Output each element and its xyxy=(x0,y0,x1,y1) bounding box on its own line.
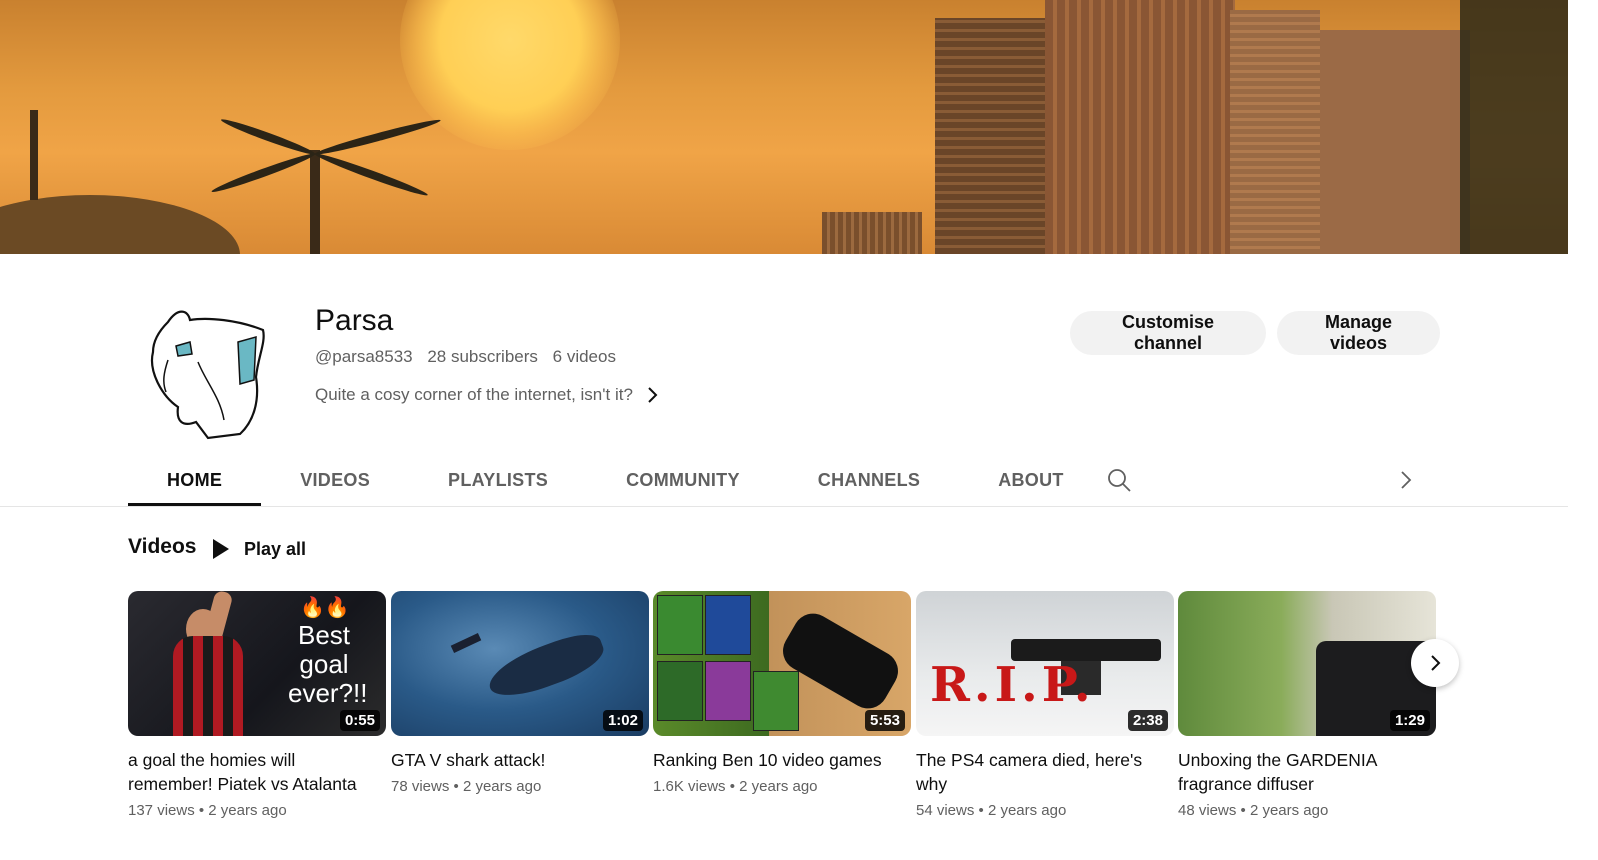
channel-banner xyxy=(0,0,1568,254)
channel-description-text: Quite a cosy corner of the internet, isn… xyxy=(315,385,633,404)
play-icon xyxy=(213,539,229,559)
banner-palm-leaf xyxy=(313,150,430,199)
chevron-right-icon xyxy=(648,387,658,403)
video-duration: 0:55 xyxy=(339,710,380,731)
section-title: Videos xyxy=(128,535,197,558)
channel-handle: @parsa8533 xyxy=(315,347,413,366)
thumb-figure xyxy=(450,633,482,653)
video-thumbnail[interactable]: 🔥🔥 Best goal ever?!! 0:55 xyxy=(128,591,386,736)
video-duration: 2:38 xyxy=(1127,710,1168,731)
video-thumbnail[interactable]: 5:53 xyxy=(653,591,911,736)
chevron-right-icon xyxy=(1431,655,1441,671)
channel-avatar[interactable] xyxy=(128,302,288,442)
video-views: 137 views xyxy=(128,802,195,819)
thumb-figure xyxy=(482,626,610,706)
tab-playlists[interactable]: PLAYLISTS xyxy=(409,454,587,506)
video-title[interactable]: Ranking Ben 10 video games xyxy=(653,748,905,772)
video-meta: 54 views • 2 years ago xyxy=(916,802,1067,819)
video-thumbnail[interactable]: 1:02 xyxy=(391,591,649,736)
banner-building xyxy=(1045,0,1235,254)
video-views: 78 views xyxy=(391,778,450,795)
video-card[interactable]: R.I.P. 2:38 The PS4 camera died, here's … xyxy=(916,591,1174,819)
video-card[interactable]: 1:02 GTA V shark attack! 78 views • 2 ye… xyxy=(391,591,649,795)
carousel-next-button[interactable] xyxy=(1411,639,1459,687)
channel-description[interactable]: Quite a cosy corner of the internet, isn… xyxy=(315,385,659,405)
video-card[interactable]: 5:53 Ranking Ben 10 video games 1.6K vie… xyxy=(653,591,911,795)
thumb-figure xyxy=(705,661,751,721)
banner-building xyxy=(1320,30,1470,254)
chevron-right-icon[interactable] xyxy=(1392,466,1420,494)
channel-name: Parsa xyxy=(315,304,394,337)
play-all-button[interactable]: Play all xyxy=(210,534,306,564)
video-card[interactable]: 1:29 Unboxing the GARDENIA fragrance dif… xyxy=(1178,591,1436,819)
banner-building xyxy=(822,212,922,254)
video-duration: 1:29 xyxy=(1389,710,1430,731)
video-age: 2 years ago xyxy=(739,778,818,795)
video-age: 2 years ago xyxy=(1249,802,1329,819)
video-age: 2 years ago xyxy=(987,802,1067,819)
video-count: 6 videos xyxy=(552,347,616,366)
subscriber-count: 28 subscribers xyxy=(427,347,538,366)
search-icon[interactable] xyxy=(1105,466,1133,494)
thumb-figure xyxy=(657,595,703,655)
banner-palm-leaf xyxy=(313,116,442,158)
video-thumbnail[interactable]: R.I.P. 2:38 xyxy=(916,591,1174,736)
video-duration: 5:53 xyxy=(864,710,905,731)
thumb-figure xyxy=(657,661,703,721)
banner-palm-leaf xyxy=(210,150,317,196)
video-title[interactable]: GTA V shark attack! xyxy=(391,748,643,772)
thumb-caption: R.I.P. xyxy=(930,657,1095,713)
thumb-caption: Best goal ever?!! xyxy=(288,620,368,708)
video-views: 48 views xyxy=(1178,802,1237,819)
video-card[interactable]: 🔥🔥 Best goal ever?!! 0:55 a goal the hom… xyxy=(128,591,386,819)
thumb-figure xyxy=(705,595,751,655)
manage-videos-button[interactable]: Manage videos xyxy=(1277,311,1440,355)
video-age: 2 years ago xyxy=(208,802,287,819)
tab-community[interactable]: COMMUNITY xyxy=(587,454,779,506)
video-meta: 48 views • 2 years ago xyxy=(1178,802,1329,819)
video-duration: 1:02 xyxy=(602,710,643,731)
tab-about[interactable]: ABOUT xyxy=(959,454,1103,506)
customise-channel-button[interactable]: Customise channel xyxy=(1070,311,1266,355)
video-title[interactable]: Unboxing the GARDENIA fragrance diffuser xyxy=(1178,748,1430,796)
channel-meta: @parsa8533 28 subscribers 6 videos xyxy=(315,347,626,367)
video-meta: 1.6K views • 2 years ago xyxy=(653,778,818,795)
banner-sun xyxy=(400,0,620,150)
banner-tree xyxy=(30,110,38,200)
video-title[interactable]: a goal the homies will remember! Piatek … xyxy=(128,748,380,796)
tab-videos[interactable]: VIDEOS xyxy=(261,454,409,506)
video-meta: 78 views • 2 years ago xyxy=(391,778,542,795)
thumb-emoji: 🔥🔥 xyxy=(300,597,350,619)
video-age: 2 years ago xyxy=(462,778,542,795)
channel-tabs: HOME VIDEOS PLAYLISTS COMMUNITY CHANNELS… xyxy=(128,454,1103,506)
video-meta: 137 views • 2 years ago xyxy=(128,802,287,819)
tab-channels[interactable]: CHANNELS xyxy=(779,454,959,506)
banner-palm-leaf xyxy=(219,116,317,158)
thumb-figure xyxy=(173,636,243,736)
video-views: 54 views xyxy=(916,802,975,819)
banner-hill xyxy=(0,195,240,254)
banner-palm-trunk xyxy=(310,150,320,254)
video-thumbnail[interactable]: 1:29 xyxy=(1178,591,1436,736)
banner-building xyxy=(935,18,1055,254)
thumb-figure xyxy=(753,671,799,731)
video-title[interactable]: The PS4 camera died, here's why xyxy=(916,748,1168,796)
banner-palm xyxy=(1460,0,1568,254)
play-all-label: Play all xyxy=(244,538,307,559)
tab-home[interactable]: HOME xyxy=(128,454,262,506)
banner-building xyxy=(1230,10,1320,254)
tabs-divider xyxy=(0,506,1568,507)
video-views: 1.6K views xyxy=(653,778,726,795)
